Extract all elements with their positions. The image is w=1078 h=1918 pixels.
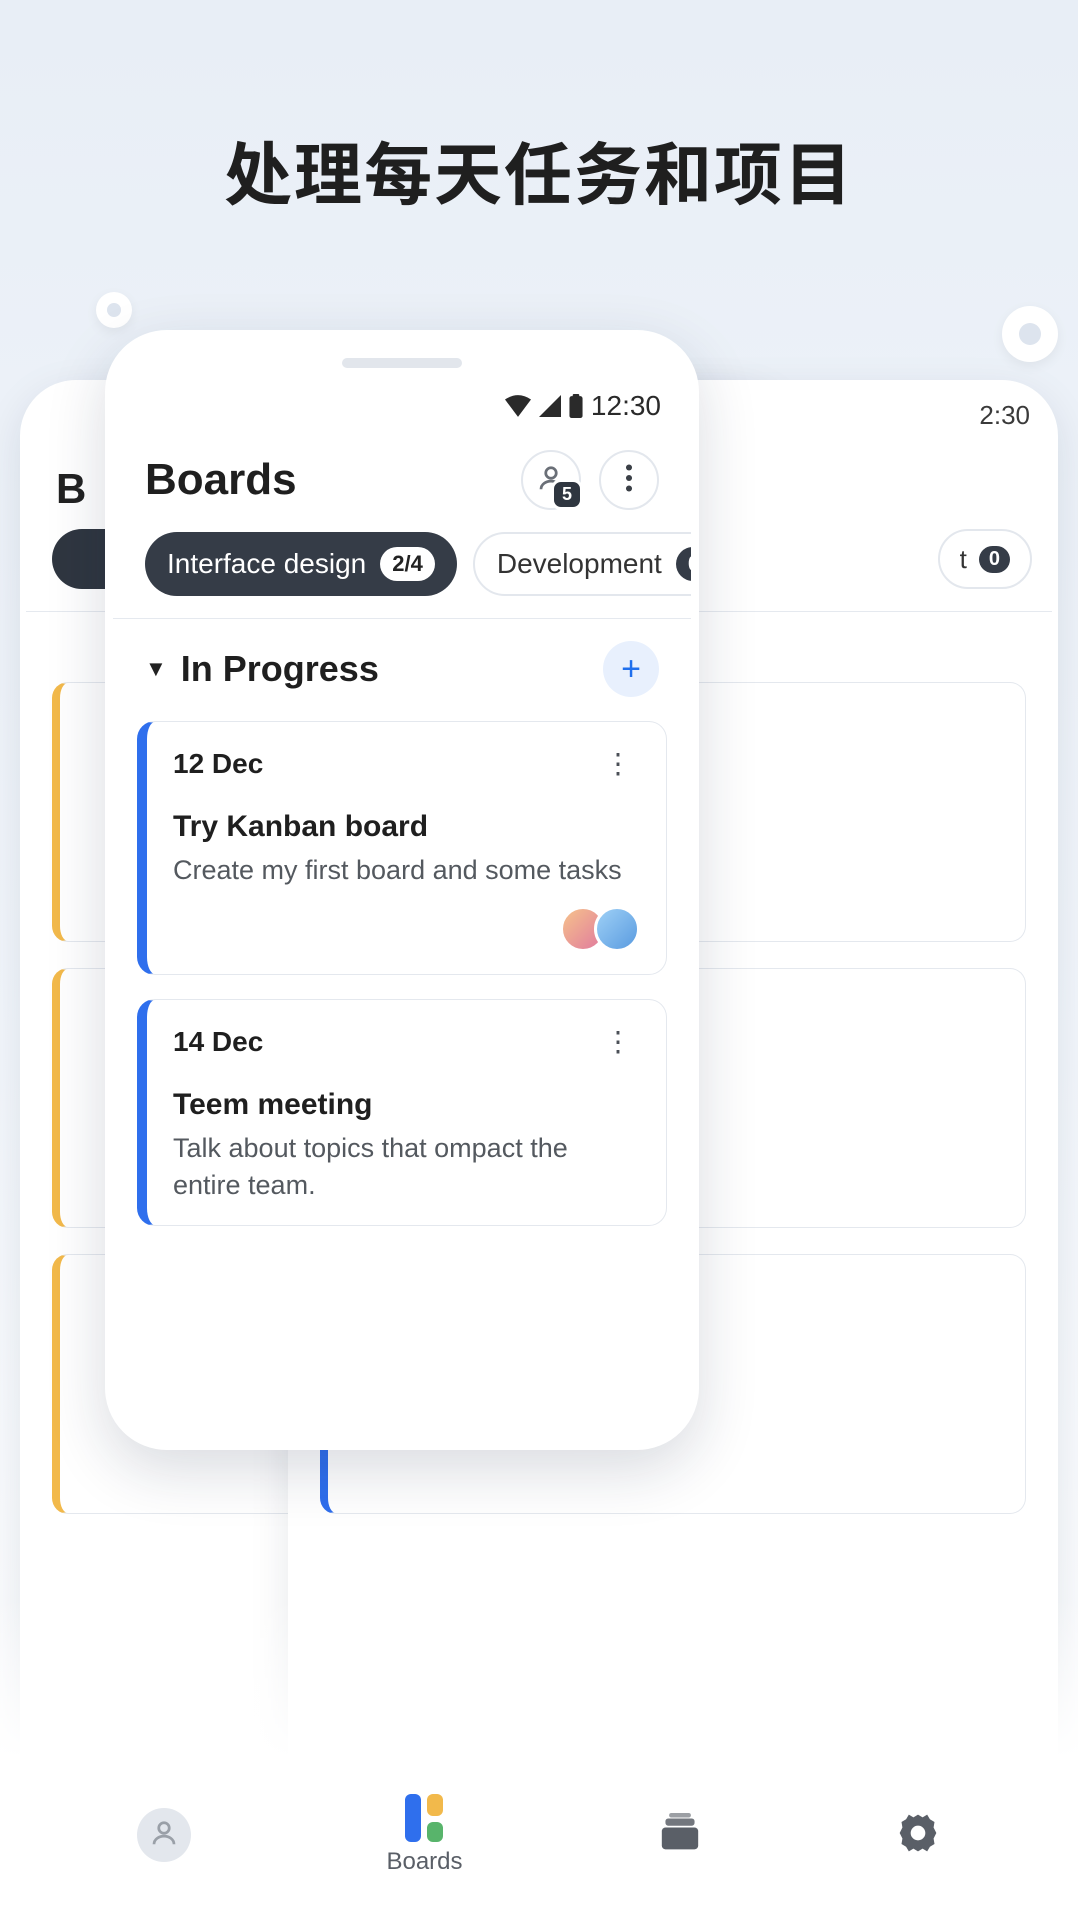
filter-chip-interface-design[interactable]: Interface design 2/4: [145, 532, 457, 596]
page-title: Boards: [145, 455, 297, 505]
background-chip-fragment: t: [960, 544, 967, 575]
bottom-tab-bar: Boards: [0, 1758, 1078, 1918]
task-description: Create my first board and some tasks: [173, 852, 640, 888]
app-header: Boards 5: [113, 422, 691, 528]
user-icon: [149, 1818, 179, 1853]
cell-signal-icon: [539, 395, 561, 417]
more-vertical-icon: [625, 464, 633, 497]
background-status-time: 2:30: [979, 400, 1030, 431]
task-card[interactable]: 14 Dec ⋮ Teem meeting Talk about topics …: [137, 999, 667, 1226]
chip-label: Interface design: [167, 548, 366, 580]
task-card[interactable]: 12 Dec ⋮ Try Kanban board Create my firs…: [137, 721, 667, 975]
task-assignees: [173, 906, 640, 952]
filter-chip-development[interactable]: Development 0: [473, 532, 699, 596]
status-time: 12:30: [591, 390, 661, 422]
task-date: 12 Dec: [173, 748, 263, 780]
add-task-button[interactable]: +: [603, 641, 659, 697]
more-vertical-icon: ⋮: [604, 1026, 632, 1057]
task-title: Try Kanban board: [173, 810, 640, 844]
caret-down-icon: ▼: [145, 656, 167, 682]
decorative-dot: [96, 292, 132, 328]
overflow-menu-button[interactable]: [599, 450, 659, 510]
tab-archive[interactable]: [658, 1813, 702, 1858]
task-menu-button[interactable]: ⋮: [596, 744, 640, 784]
tab-label: Boards: [386, 1848, 462, 1876]
decorative-dot: [1002, 306, 1058, 362]
board-filter-chips: Interface design 2/4 Development 0: [113, 528, 691, 618]
chip-label: Development: [497, 548, 662, 580]
content-fade: [113, 1352, 691, 1442]
section-toggle[interactable]: ▼ In Progress: [145, 648, 379, 690]
avatar: [594, 906, 640, 952]
tab-profile[interactable]: [137, 1808, 191, 1862]
members-button[interactable]: 5: [521, 450, 581, 510]
members-count-badge: 5: [551, 479, 583, 510]
task-title: Teem meeting: [173, 1088, 640, 1122]
section-title: In Progress: [181, 648, 379, 690]
plus-icon: +: [621, 650, 641, 689]
task-date: 14 Dec: [173, 1026, 263, 1058]
task-description: Talk about topics that ompact the entire…: [173, 1130, 640, 1203]
card-list: 12 Dec ⋮ Try Kanban board Create my firs…: [113, 715, 691, 1226]
background-chip-count: 0: [979, 546, 1010, 573]
section-header: ▼ In Progress +: [113, 619, 691, 715]
chip-count: 0: [676, 547, 699, 581]
chip-count: 2/4: [380, 547, 435, 581]
task-menu-button[interactable]: ⋮: [596, 1022, 640, 1062]
gear-icon: [896, 1842, 940, 1859]
more-vertical-icon: ⋮: [604, 748, 632, 779]
tab-settings[interactable]: [896, 1811, 940, 1860]
wifi-icon: [505, 395, 531, 417]
phone-frame: 12:30 Boards 5 In: [105, 330, 699, 1450]
status-bar: 12:30: [113, 390, 691, 422]
archive-icon: [658, 1840, 702, 1857]
boards-icon: [405, 1794, 443, 1842]
battery-icon: [569, 394, 583, 418]
tab-boards[interactable]: Boards: [386, 1794, 462, 1876]
promo-headline: 处理每天任务和项目: [0, 120, 1078, 219]
phone-notch: [342, 358, 462, 368]
